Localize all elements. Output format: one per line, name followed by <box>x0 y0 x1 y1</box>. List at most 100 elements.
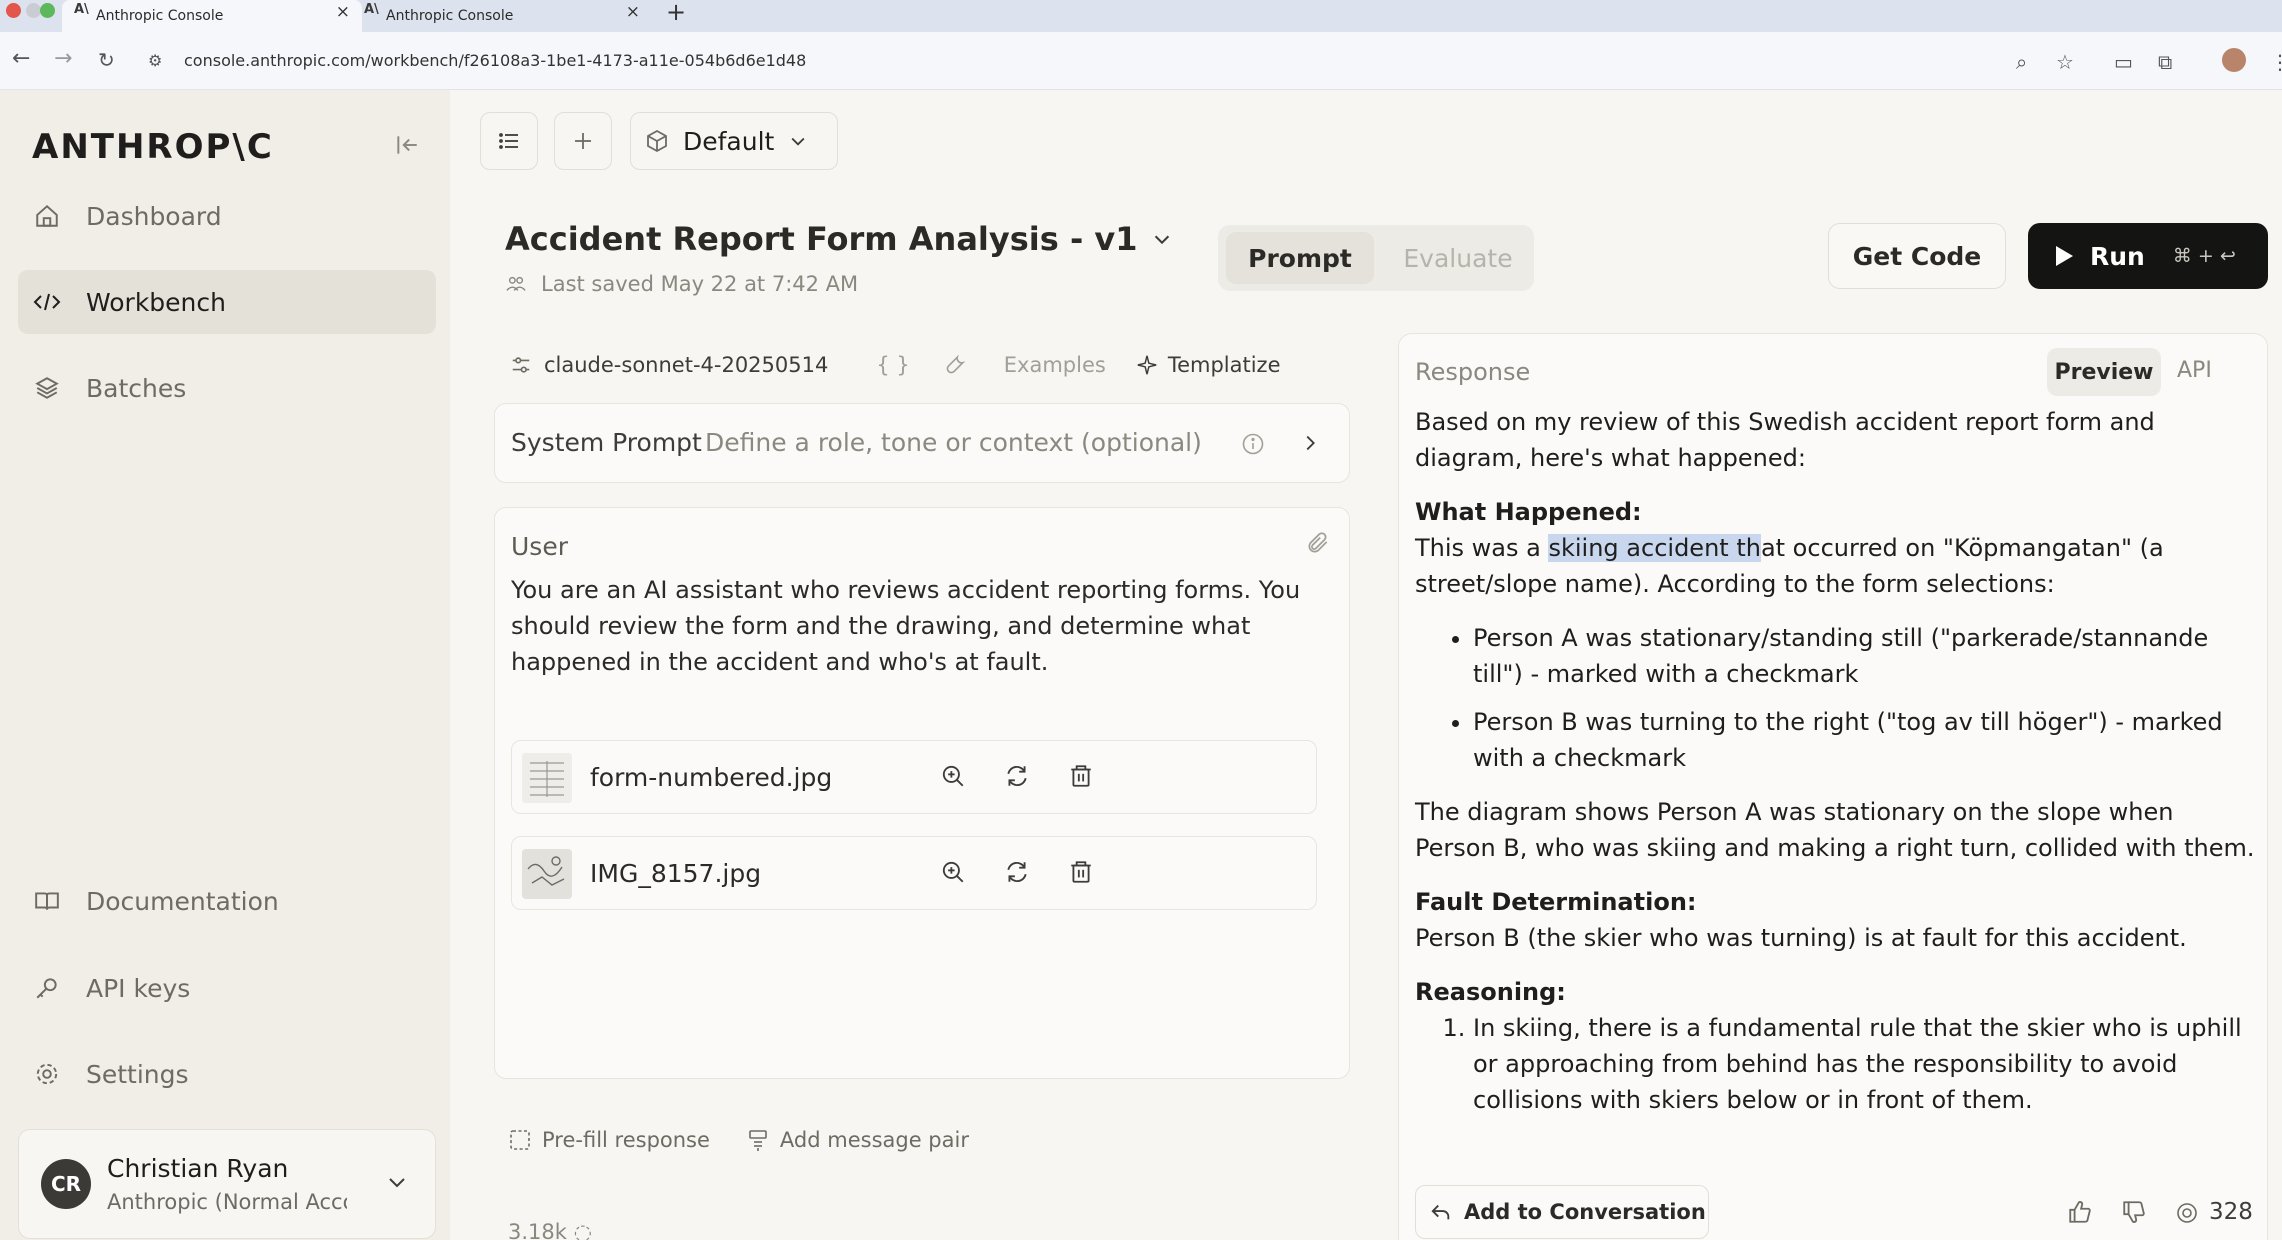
tab-title: Anthropic Console <box>96 8 224 24</box>
sliders-icon[interactable] <box>510 354 532 376</box>
system-prompt-label: System Prompt <box>511 428 702 457</box>
wrench-icon[interactable] <box>944 354 966 376</box>
key-icon <box>32 975 62 1001</box>
zoom-window-dot[interactable] <box>40 3 55 18</box>
dashed-square-icon <box>508 1128 532 1152</box>
reasoning-heading: Reasoning: <box>1415 978 1566 1006</box>
sidebar-item-label: Dashboard <box>86 201 222 231</box>
sidebar-item-batches[interactable]: Batches <box>18 356 436 420</box>
browser-toolbar: ← → ↻ ⚙ console.anthropic.com/workbench/… <box>0 32 2282 90</box>
prompts-list-button[interactable] <box>480 112 538 170</box>
sidebar-item-settings[interactable]: Settings <box>18 1042 436 1106</box>
sidebar-item-label: Workbench <box>86 287 226 317</box>
trash-icon[interactable] <box>1068 763 1094 789</box>
forward-icon[interactable]: → <box>54 46 72 71</box>
chevron-right-icon[interactable] <box>1299 432 1321 454</box>
response-content: Based on my review of this Swedish accid… <box>1415 404 2255 1136</box>
prompt-title[interactable]: Accident Report Form Analysis - v1 <box>505 220 1173 258</box>
cast-icon[interactable]: ▭ <box>2114 50 2133 74</box>
browser-tab-bar: A\ Anthropic Console × A\ Anthropic Cons… <box>0 0 2282 32</box>
chevron-down-icon <box>1151 228 1173 250</box>
anthropic-logo: ANTHROP\C <box>32 127 274 167</box>
info-icon <box>1241 432 1265 456</box>
zoom-in-icon[interactable] <box>940 859 966 885</box>
mode-tabs: Prompt Evaluate <box>1218 225 1534 291</box>
workspace-selector[interactable]: Default <box>630 112 838 170</box>
fault-text: Person B (the skier who was turning) is … <box>1415 924 2187 952</box>
extensions-icon[interactable]: ⧉ <box>2158 50 2172 74</box>
add-to-conversation-label: Add to Conversation <box>1464 1200 1706 1224</box>
templatize-button[interactable]: Templatize <box>1168 353 1281 377</box>
workspace-label: Default <box>683 126 775 156</box>
tab-evaluate[interactable]: Evaluate <box>1390 232 1526 284</box>
sidebar-item-dashboard[interactable]: Dashboard <box>18 184 436 248</box>
browser-tab-2[interactable]: A\ Anthropic Console × <box>352 0 652 32</box>
sidebar-item-label: Settings <box>86 1059 189 1089</box>
get-code-button[interactable]: Get Code <box>1828 223 2006 289</box>
examples-button[interactable]: Examples <box>1004 353 1106 377</box>
tab-preview[interactable]: Preview <box>2047 348 2161 396</box>
sidebar-item-api-keys[interactable]: API keys <box>18 956 436 1020</box>
run-button[interactable]: Run ⌘ + ↩ <box>2028 223 2268 289</box>
token-icon: ◌ <box>573 1220 592 1240</box>
collapse-sidebar-icon[interactable] <box>394 132 420 158</box>
minimize-window-dot[interactable] <box>26 3 41 18</box>
back-icon[interactable]: ← <box>12 46 30 71</box>
new-tab-icon[interactable]: + <box>666 0 686 26</box>
variables-button[interactable]: { } <box>876 353 909 377</box>
list-item: In skiing, there is a fundamental rule t… <box>1473 1010 2255 1118</box>
browser-menu-icon[interactable]: ⋮ <box>2270 50 2282 74</box>
response-intro: Based on my review of this Swedish accid… <box>1415 408 2155 472</box>
user-name: Christian Ryan <box>107 1154 289 1183</box>
add-to-conversation-button[interactable]: Add to Conversation <box>1415 1185 1709 1239</box>
chevron-down-icon <box>788 131 808 151</box>
profile-avatar[interactable] <box>2222 48 2246 72</box>
list-item: Person A was stationary/standing still (… <box>1473 620 2255 692</box>
address-bar[interactable]: console.anthropic.com/workbench/f26108a3… <box>184 51 806 70</box>
replace-icon[interactable] <box>1004 859 1030 885</box>
replace-icon[interactable] <box>1004 763 1030 789</box>
zoom-in-icon[interactable] <box>940 763 966 789</box>
bookmark-star-icon[interactable]: ☆ <box>2056 50 2074 74</box>
tab-api[interactable]: API <box>2177 358 2212 383</box>
play-icon <box>2054 245 2074 267</box>
user-message: User You are an AI assistant who reviews… <box>494 507 1350 1079</box>
sidebar-item-documentation[interactable]: Documentation <box>18 869 436 933</box>
site-info-icon[interactable]: ⚙ <box>148 51 162 70</box>
tab-prompt[interactable]: Prompt <box>1226 232 1374 284</box>
close-tab-icon[interactable]: × <box>626 2 640 22</box>
run-shortcut: ⌘ + ↩ <box>2172 245 2236 267</box>
chevron-down-icon <box>385 1170 409 1194</box>
new-prompt-button[interactable] <box>554 112 612 170</box>
anthropic-favicon-icon: A\ <box>74 2 89 17</box>
add-message-pair-button[interactable]: Add message pair <box>746 1128 969 1152</box>
collaborators-icon <box>505 274 527 294</box>
sidebar-item-label: Batches <box>86 373 187 403</box>
response-label: Response <box>1415 358 1531 386</box>
system-prompt-field[interactable]: System Prompt Define a role, tone or con… <box>494 403 1350 483</box>
thumbs-down-icon[interactable] <box>2121 1199 2147 1225</box>
reasoning-list: In skiing, there is a fundamental rule t… <box>1473 1010 2255 1118</box>
model-selector[interactable]: claude-sonnet-4-20250514 <box>544 353 828 377</box>
user-message-text[interactable]: You are an AI assistant who reviews acci… <box>511 572 1311 680</box>
user-account-menu[interactable]: CR Christian Ryan Anthropic (Normal Acco… <box>18 1129 436 1239</box>
close-tab-icon[interactable]: × <box>336 2 350 22</box>
browser-tab-1[interactable]: A\ Anthropic Console × <box>62 0 362 32</box>
user-organization: Anthropic (Normal Account) <box>107 1190 347 1214</box>
prompt-title-text: Accident Report Form Analysis - v1 <box>505 220 1138 258</box>
plus-icon <box>571 129 595 153</box>
sidebar-item-workbench[interactable]: Workbench <box>18 270 436 334</box>
close-window-dot[interactable] <box>6 3 21 18</box>
system-prompt-placeholder: Define a role, tone or context (optional… <box>705 428 1202 457</box>
token-icon <box>2175 1201 2199 1225</box>
paperclip-icon[interactable] <box>1305 530 1331 556</box>
zoom-icon[interactable]: ⌕ <box>2016 50 2027 74</box>
trash-icon[interactable] <box>1068 859 1094 885</box>
layers-icon <box>32 375 62 401</box>
attachment-name: form-numbered.jpg <box>590 763 833 792</box>
list-item: Person B was turning to the right ("tog … <box>1473 704 2255 776</box>
prefill-response-button[interactable]: Pre-fill response <box>508 1128 710 1152</box>
reload-icon[interactable]: ↻ <box>98 48 115 72</box>
attachment-item: form-numbered.jpg <box>511 740 1317 814</box>
thumbs-up-icon[interactable] <box>2067 1199 2093 1225</box>
